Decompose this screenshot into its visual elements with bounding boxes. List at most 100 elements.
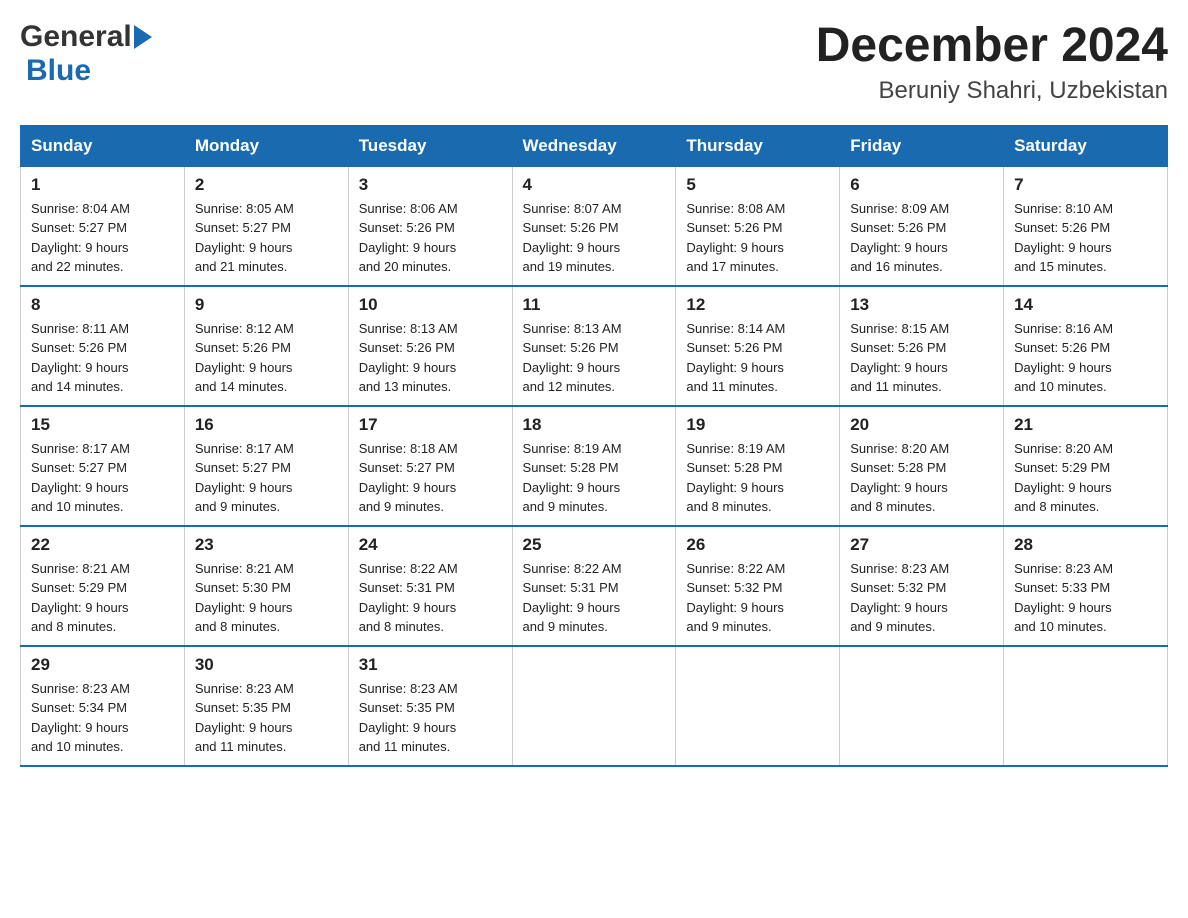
col-thursday: Thursday bbox=[676, 125, 840, 166]
day-info: Sunrise: 8:22 AMSunset: 5:31 PMDaylight:… bbox=[359, 561, 458, 635]
table-row: 31 Sunrise: 8:23 AMSunset: 5:35 PMDaylig… bbox=[348, 646, 512, 766]
table-row: 4 Sunrise: 8:07 AMSunset: 5:26 PMDayligh… bbox=[512, 166, 676, 286]
day-info: Sunrise: 8:19 AMSunset: 5:28 PMDaylight:… bbox=[523, 441, 622, 515]
day-info: Sunrise: 8:14 AMSunset: 5:26 PMDaylight:… bbox=[686, 321, 785, 395]
day-number: 24 bbox=[359, 535, 502, 555]
table-row: 11 Sunrise: 8:13 AMSunset: 5:26 PMDaylig… bbox=[512, 286, 676, 406]
day-number: 16 bbox=[195, 415, 338, 435]
day-info: Sunrise: 8:22 AMSunset: 5:32 PMDaylight:… bbox=[686, 561, 785, 635]
day-info: Sunrise: 8:05 AMSunset: 5:27 PMDaylight:… bbox=[195, 201, 294, 275]
day-info: Sunrise: 8:04 AMSunset: 5:27 PMDaylight:… bbox=[31, 201, 130, 275]
calendar-header-row: Sunday Monday Tuesday Wednesday Thursday… bbox=[21, 125, 1168, 166]
table-row: 19 Sunrise: 8:19 AMSunset: 5:28 PMDaylig… bbox=[676, 406, 840, 526]
table-row: 16 Sunrise: 8:17 AMSunset: 5:27 PMDaylig… bbox=[184, 406, 348, 526]
col-wednesday: Wednesday bbox=[512, 125, 676, 166]
day-number: 5 bbox=[686, 175, 829, 195]
table-row: 30 Sunrise: 8:23 AMSunset: 5:35 PMDaylig… bbox=[184, 646, 348, 766]
day-info: Sunrise: 8:12 AMSunset: 5:26 PMDaylight:… bbox=[195, 321, 294, 395]
table-row: 14 Sunrise: 8:16 AMSunset: 5:26 PMDaylig… bbox=[1004, 286, 1168, 406]
day-number: 11 bbox=[523, 295, 666, 315]
day-number: 2 bbox=[195, 175, 338, 195]
calendar-week-row: 1 Sunrise: 8:04 AMSunset: 5:27 PMDayligh… bbox=[21, 166, 1168, 286]
day-info: Sunrise: 8:16 AMSunset: 5:26 PMDaylight:… bbox=[1014, 321, 1113, 395]
logo-arrow-icon bbox=[134, 25, 152, 49]
day-number: 29 bbox=[31, 655, 174, 675]
table-row: 12 Sunrise: 8:14 AMSunset: 5:26 PMDaylig… bbox=[676, 286, 840, 406]
logo-blue-text: Blue bbox=[26, 54, 91, 87]
table-row: 9 Sunrise: 8:12 AMSunset: 5:26 PMDayligh… bbox=[184, 286, 348, 406]
day-number: 31 bbox=[359, 655, 502, 675]
table-row: 17 Sunrise: 8:18 AMSunset: 5:27 PMDaylig… bbox=[348, 406, 512, 526]
day-number: 14 bbox=[1014, 295, 1157, 315]
table-row bbox=[840, 646, 1004, 766]
table-row: 27 Sunrise: 8:23 AMSunset: 5:32 PMDaylig… bbox=[840, 526, 1004, 646]
day-number: 25 bbox=[523, 535, 666, 555]
table-row: 3 Sunrise: 8:06 AMSunset: 5:26 PMDayligh… bbox=[348, 166, 512, 286]
table-row: 13 Sunrise: 8:15 AMSunset: 5:26 PMDaylig… bbox=[840, 286, 1004, 406]
table-row: 21 Sunrise: 8:20 AMSunset: 5:29 PMDaylig… bbox=[1004, 406, 1168, 526]
day-info: Sunrise: 8:19 AMSunset: 5:28 PMDaylight:… bbox=[686, 441, 785, 515]
col-tuesday: Tuesday bbox=[348, 125, 512, 166]
table-row: 7 Sunrise: 8:10 AMSunset: 5:26 PMDayligh… bbox=[1004, 166, 1168, 286]
day-number: 12 bbox=[686, 295, 829, 315]
day-number: 8 bbox=[31, 295, 174, 315]
col-saturday: Saturday bbox=[1004, 125, 1168, 166]
day-info: Sunrise: 8:23 AMSunset: 5:33 PMDaylight:… bbox=[1014, 561, 1113, 635]
logo: General Blue bbox=[20, 20, 152, 88]
title-block: December 2024 Beruniy Shahri, Uzbekistan bbox=[816, 20, 1168, 105]
day-number: 4 bbox=[523, 175, 666, 195]
table-row: 5 Sunrise: 8:08 AMSunset: 5:26 PMDayligh… bbox=[676, 166, 840, 286]
day-number: 30 bbox=[195, 655, 338, 675]
day-info: Sunrise: 8:06 AMSunset: 5:26 PMDaylight:… bbox=[359, 201, 458, 275]
day-info: Sunrise: 8:21 AMSunset: 5:29 PMDaylight:… bbox=[31, 561, 130, 635]
table-row: 26 Sunrise: 8:22 AMSunset: 5:32 PMDaylig… bbox=[676, 526, 840, 646]
day-number: 3 bbox=[359, 175, 502, 195]
day-number: 19 bbox=[686, 415, 829, 435]
table-row: 8 Sunrise: 8:11 AMSunset: 5:26 PMDayligh… bbox=[21, 286, 185, 406]
day-info: Sunrise: 8:09 AMSunset: 5:26 PMDaylight:… bbox=[850, 201, 949, 275]
logo-general-text: General bbox=[20, 20, 132, 54]
day-info: Sunrise: 8:21 AMSunset: 5:30 PMDaylight:… bbox=[195, 561, 294, 635]
table-row: 29 Sunrise: 8:23 AMSunset: 5:34 PMDaylig… bbox=[21, 646, 185, 766]
day-number: 20 bbox=[850, 415, 993, 435]
day-number: 17 bbox=[359, 415, 502, 435]
col-sunday: Sunday bbox=[21, 125, 185, 166]
day-info: Sunrise: 8:10 AMSunset: 5:26 PMDaylight:… bbox=[1014, 201, 1113, 275]
table-row: 20 Sunrise: 8:20 AMSunset: 5:28 PMDaylig… bbox=[840, 406, 1004, 526]
table-row bbox=[676, 646, 840, 766]
location-title: Beruniy Shahri, Uzbekistan bbox=[816, 77, 1168, 105]
day-info: Sunrise: 8:11 AMSunset: 5:26 PMDaylight:… bbox=[31, 321, 129, 395]
day-info: Sunrise: 8:07 AMSunset: 5:26 PMDaylight:… bbox=[523, 201, 622, 275]
table-row bbox=[1004, 646, 1168, 766]
table-row: 10 Sunrise: 8:13 AMSunset: 5:26 PMDaylig… bbox=[348, 286, 512, 406]
day-number: 15 bbox=[31, 415, 174, 435]
day-info: Sunrise: 8:23 AMSunset: 5:35 PMDaylight:… bbox=[195, 681, 294, 755]
day-info: Sunrise: 8:23 AMSunset: 5:34 PMDaylight:… bbox=[31, 681, 130, 755]
day-info: Sunrise: 8:23 AMSunset: 5:35 PMDaylight:… bbox=[359, 681, 458, 755]
month-title: December 2024 bbox=[816, 20, 1168, 73]
page-header: General Blue December 2024 Beruniy Shahr… bbox=[20, 20, 1168, 105]
day-number: 13 bbox=[850, 295, 993, 315]
col-monday: Monday bbox=[184, 125, 348, 166]
table-row: 25 Sunrise: 8:22 AMSunset: 5:31 PMDaylig… bbox=[512, 526, 676, 646]
col-friday: Friday bbox=[840, 125, 1004, 166]
day-number: 18 bbox=[523, 415, 666, 435]
table-row: 2 Sunrise: 8:05 AMSunset: 5:27 PMDayligh… bbox=[184, 166, 348, 286]
day-info: Sunrise: 8:17 AMSunset: 5:27 PMDaylight:… bbox=[195, 441, 294, 515]
day-number: 23 bbox=[195, 535, 338, 555]
table-row: 6 Sunrise: 8:09 AMSunset: 5:26 PMDayligh… bbox=[840, 166, 1004, 286]
day-number: 26 bbox=[686, 535, 829, 555]
day-number: 9 bbox=[195, 295, 338, 315]
day-number: 10 bbox=[359, 295, 502, 315]
day-info: Sunrise: 8:15 AMSunset: 5:26 PMDaylight:… bbox=[850, 321, 949, 395]
day-info: Sunrise: 8:20 AMSunset: 5:28 PMDaylight:… bbox=[850, 441, 949, 515]
calendar-week-row: 22 Sunrise: 8:21 AMSunset: 5:29 PMDaylig… bbox=[21, 526, 1168, 646]
calendar-week-row: 29 Sunrise: 8:23 AMSunset: 5:34 PMDaylig… bbox=[21, 646, 1168, 766]
day-info: Sunrise: 8:17 AMSunset: 5:27 PMDaylight:… bbox=[31, 441, 130, 515]
table-row: 15 Sunrise: 8:17 AMSunset: 5:27 PMDaylig… bbox=[21, 406, 185, 526]
table-row: 22 Sunrise: 8:21 AMSunset: 5:29 PMDaylig… bbox=[21, 526, 185, 646]
table-row: 23 Sunrise: 8:21 AMSunset: 5:30 PMDaylig… bbox=[184, 526, 348, 646]
calendar-table: Sunday Monday Tuesday Wednesday Thursday… bbox=[20, 125, 1168, 767]
day-number: 21 bbox=[1014, 415, 1157, 435]
day-info: Sunrise: 8:08 AMSunset: 5:26 PMDaylight:… bbox=[686, 201, 785, 275]
